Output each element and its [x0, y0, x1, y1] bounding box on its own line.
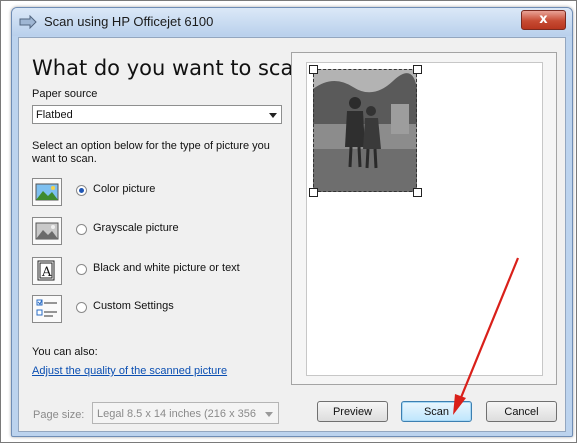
page-title: What do you want to scan?: [32, 56, 318, 80]
radio-custom-settings[interactable]: [76, 302, 87, 313]
crop-handle-top-right[interactable]: [413, 65, 422, 74]
preview-button[interactable]: Preview: [317, 401, 388, 422]
radio-bw-picture-text[interactable]: [76, 264, 87, 275]
screenshot-frame: Scan using HP Officejet 6100 x What do y…: [0, 0, 577, 443]
option-label: Grayscale picture: [93, 222, 179, 234]
crop-handle-bottom-left[interactable]: [309, 188, 318, 197]
scan-button[interactable]: Scan: [401, 401, 472, 422]
scanner-icon: [19, 14, 37, 30]
close-icon: x: [539, 12, 548, 27]
chevron-down-icon: [269, 113, 277, 118]
crop-handle-top-left[interactable]: [309, 65, 318, 74]
title-bar[interactable]: Scan using HP Officejet 6100 x: [12, 8, 572, 36]
instruction-text: Select an option below for the type of p…: [32, 140, 270, 165]
preview-pane[interactable]: [291, 52, 557, 385]
option-color-picture[interactable]: Color picture: [32, 178, 292, 210]
dialog-body: What do you want to scan? Paper source F…: [18, 37, 566, 432]
paper-source-label: Paper source: [32, 88, 98, 100]
paper-source-select[interactable]: Flatbed: [32, 105, 282, 124]
chevron-down-icon: [265, 412, 273, 417]
paper-source-value: Flatbed: [36, 109, 73, 121]
option-label: Color picture: [93, 183, 156, 195]
option-label: Custom Settings: [93, 300, 174, 312]
radio-grayscale-picture[interactable]: [76, 224, 87, 235]
page-size-label: Page size:: [33, 409, 85, 421]
option-bw-picture-text[interactable]: A Black and white picture or text: [32, 257, 292, 289]
option-grayscale-picture[interactable]: Grayscale picture: [32, 217, 292, 249]
page-size-select: Legal 8.5 x 14 inches (216 x 356: [92, 402, 279, 424]
cancel-button[interactable]: Cancel: [486, 401, 557, 422]
crop-frame[interactable]: [313, 69, 417, 192]
svg-text:A: A: [41, 265, 52, 280]
option-custom-settings[interactable]: Custom Settings: [32, 295, 292, 327]
adjust-quality-link[interactable]: Adjust the quality of the scanned pictur…: [32, 365, 227, 377]
crop-handle-bottom-right[interactable]: [413, 188, 422, 197]
custom-settings-icon: [32, 295, 62, 323]
close-button[interactable]: x: [521, 10, 566, 30]
you-can-also-label: You can also:: [32, 346, 98, 358]
window-title: Scan using HP Officejet 6100: [44, 14, 214, 29]
scan-dialog: Scan using HP Officejet 6100 x What do y…: [11, 7, 573, 437]
option-label: Black and white picture or text: [93, 262, 240, 274]
bw-text-icon: A: [32, 257, 62, 285]
radio-color-picture[interactable]: [76, 185, 87, 196]
scan-bed-page: [306, 62, 543, 376]
grayscale-picture-icon: [32, 217, 62, 245]
color-picture-icon: [32, 178, 62, 206]
page-size-value: Legal 8.5 x 14 inches (216 x 356: [97, 408, 257, 420]
